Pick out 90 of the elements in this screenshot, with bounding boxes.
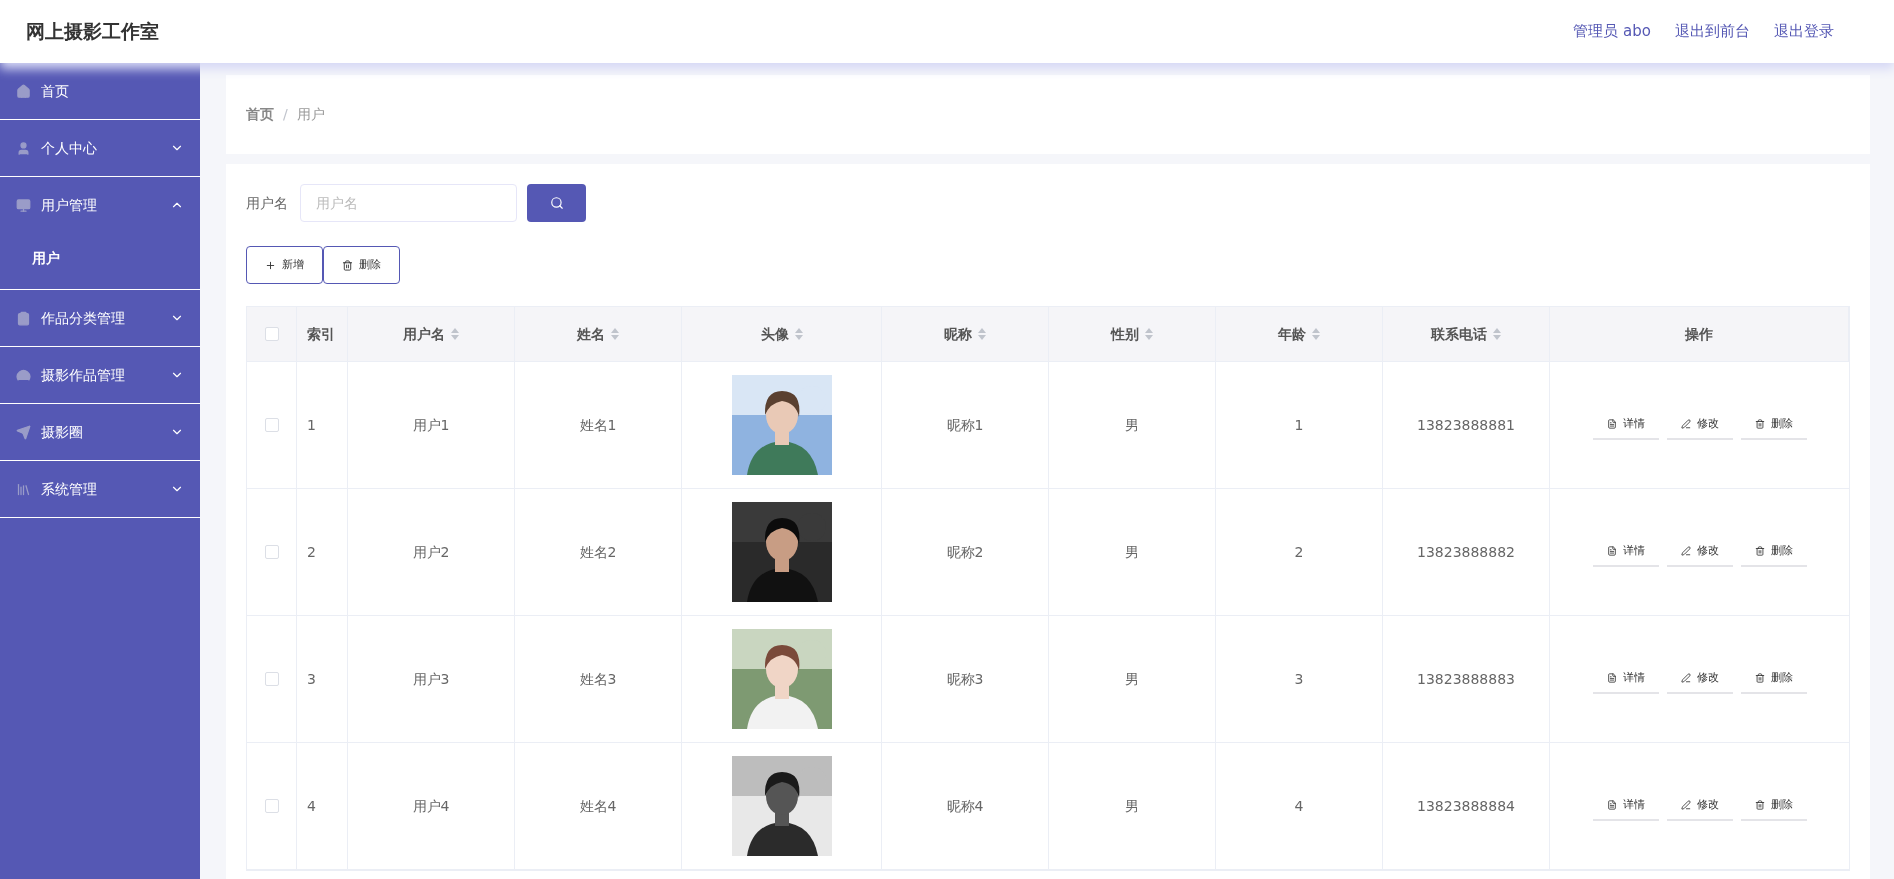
checkbox[interactable]	[264, 418, 279, 432]
site-title: 网上摄影工作室	[26, 19, 159, 45]
paper-plane-icon	[16, 424, 31, 440]
trash-icon	[1754, 546, 1765, 556]
table-cell-text: 昵称3	[946, 669, 984, 689]
document-icon	[1606, 546, 1617, 556]
column-header: 用户名	[403, 324, 445, 344]
table-cell-text: 4	[1294, 796, 1304, 816]
sidebar-item[interactable]: 首页	[0, 63, 200, 119]
column-header: 操作	[1685, 324, 1713, 344]
sidebar-item[interactable]: 用户管理	[0, 177, 200, 233]
table-cell-text: 1	[1294, 415, 1304, 435]
header-link[interactable]: 退出登录	[1774, 20, 1834, 43]
home-icon	[16, 83, 31, 99]
add-button[interactable]: 新增	[246, 246, 323, 284]
sort-icon[interactable]	[1145, 328, 1153, 340]
checkbox[interactable]	[264, 799, 279, 813]
table-cell-text: 姓名3	[579, 669, 617, 689]
column-header: 年龄	[1278, 324, 1306, 344]
sort-icon[interactable]	[978, 328, 986, 340]
table-cell-text: 13823888881	[1417, 415, 1515, 435]
table-cell-text: 用户3	[412, 669, 450, 689]
clipboard-icon	[16, 310, 31, 326]
breadcrumb-item: /	[283, 105, 288, 124]
document-icon	[1606, 800, 1617, 810]
pen-icon	[1680, 546, 1691, 556]
trash-icon	[1754, 800, 1765, 810]
sidebar-item[interactable]: 个人中心	[0, 120, 200, 176]
table-cell-text: 男	[1125, 796, 1139, 816]
table-cell-text: 男	[1125, 669, 1139, 689]
table-cell-text: 男	[1125, 415, 1139, 435]
table-cell-text: 昵称2	[946, 542, 984, 562]
breadcrumb-item: 用户	[296, 105, 325, 124]
books-icon	[16, 481, 31, 497]
sidebar-item[interactable]: 摄影作品管理	[0, 347, 200, 403]
column-header: 索引	[307, 324, 335, 344]
table-cell-text: 2	[307, 542, 316, 562]
column-header: 昵称	[944, 324, 972, 344]
column-header: 性别	[1111, 324, 1139, 344]
column-header: 头像	[760, 324, 789, 344]
table-cell-text: 3	[307, 669, 316, 689]
delete-button[interactable]: 删除	[323, 246, 400, 284]
search-field[interactable]: 用户名	[300, 184, 517, 222]
table-cell-text: 4	[307, 796, 316, 816]
sort-icon[interactable]	[1312, 328, 1320, 340]
document-icon	[1606, 673, 1617, 683]
table-cell-text: 用户1	[412, 415, 450, 435]
table-cell-text: 男	[1125, 542, 1139, 562]
table-cell-text: 3	[1294, 669, 1304, 689]
breadcrumb-item[interactable]: 首页	[246, 104, 274, 125]
sidebar-subitem[interactable]: 用户	[0, 233, 200, 283]
sort-icon[interactable]	[1493, 328, 1501, 340]
search-button[interactable]	[527, 184, 586, 222]
table-cell-text: 13823888882	[1417, 542, 1515, 562]
table-cell-text: 姓名2	[579, 542, 617, 562]
pen-icon	[1680, 419, 1691, 429]
header-link[interactable]: 管理员 abo	[1573, 20, 1651, 43]
checkbox[interactable]	[264, 327, 279, 341]
checkbox[interactable]	[264, 672, 279, 686]
table-cell-text: 2	[1294, 542, 1304, 562]
table-cell-text: 姓名1	[579, 415, 617, 435]
table-cell-text: 昵称1	[946, 415, 984, 435]
header-link[interactable]: 退出到前台	[1675, 20, 1750, 43]
sort-icon[interactable]	[794, 328, 803, 340]
sidebar-item[interactable]: 摄影圈	[0, 404, 200, 460]
checkbox[interactable]	[264, 545, 279, 559]
table-cell-text: 昵称4	[946, 796, 984, 816]
sort-icon[interactable]	[451, 328, 459, 340]
sidebar-item[interactable]: 系统管理	[0, 461, 200, 517]
user-icon	[16, 140, 31, 156]
trash-icon	[1754, 673, 1765, 683]
pen-icon	[1680, 673, 1691, 683]
document-icon	[1606, 419, 1617, 429]
trash-icon	[1754, 419, 1765, 429]
search-label: 用户名	[246, 193, 288, 213]
monitor-icon	[16, 197, 31, 213]
sort-icon[interactable]	[611, 328, 619, 340]
table-cell-text: 用户4	[412, 796, 450, 816]
table-cell-text: 用户2	[412, 542, 450, 562]
column-header: 姓名	[577, 324, 605, 344]
table-cell-text: 姓名4	[579, 796, 617, 816]
search-icon	[549, 196, 564, 210]
sidebar-item[interactable]: 作品分类管理	[0, 290, 200, 346]
plus-icon	[265, 259, 276, 271]
table-cell-text: 13823888884	[1417, 796, 1515, 816]
trash-icon	[342, 259, 353, 271]
table-cell-text: 1	[307, 415, 316, 435]
pen-icon	[1680, 800, 1691, 810]
table-cell-text: 13823888883	[1417, 669, 1515, 689]
column-header: 联系电话	[1431, 324, 1487, 344]
